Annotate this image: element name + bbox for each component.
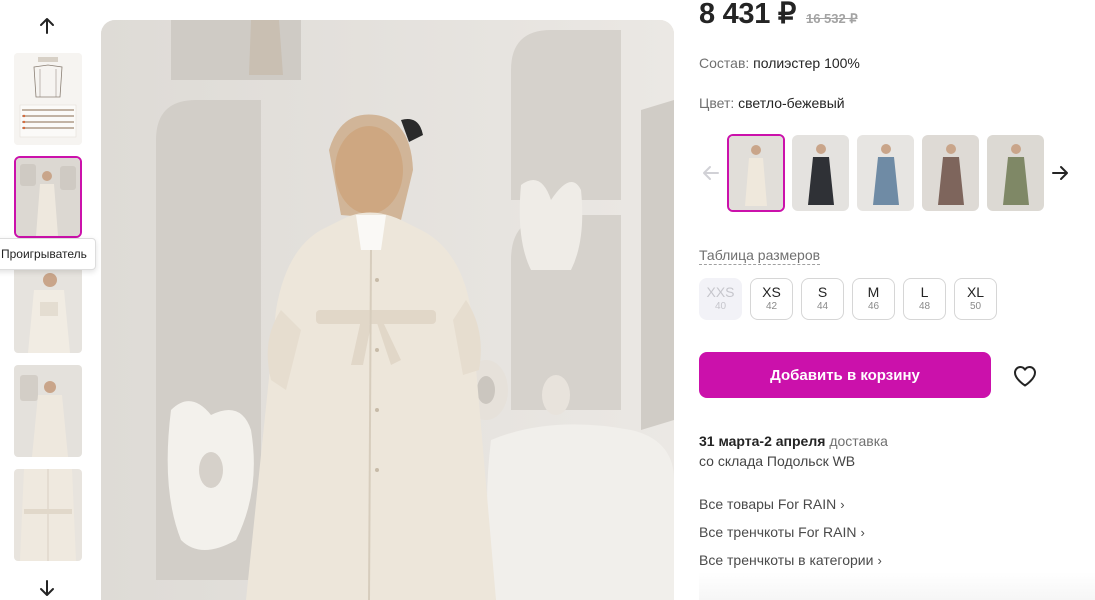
arrow-down-icon [40,580,54,596]
swatch-khaki-photo [987,135,1044,211]
chevron-right-icon: › [840,497,845,512]
arrow-left-icon [703,166,719,180]
size-ru: 42 [765,301,778,312]
color-swatch-brown[interactable] [922,135,979,211]
link-label: Все тренчкоты в категории [699,552,874,568]
product-page: Проигрыватель 8 431 ₽ 16 532 ₽ Состав: п… [0,0,1095,600]
color-row: Цвет: светло-бежевый [699,95,845,111]
thumbnail-photo-1[interactable] [14,156,82,238]
composition-value: полиэстер 100% [753,55,860,71]
swatch-black-photo [792,135,849,211]
size-ru: 40 [714,301,727,312]
coat-photo-thumbnail [14,262,82,353]
composition-row: Состав: полиэстер 100% [699,55,860,71]
size-table-link[interactable]: Таблица размеров [699,247,821,265]
size-option-xxs[interactable]: XXS 40 [699,278,742,320]
color-swatch-beige[interactable] [727,134,785,212]
thumbnail-strip: Проигрыватель [0,0,100,600]
size-option-xl[interactable]: XL 50 [954,278,997,320]
size-option-xs[interactable]: XS 42 [750,278,793,320]
color-swatch-khaki[interactable] [987,135,1044,211]
size-label: XXS [706,284,735,300]
size-ru: 50 [969,301,982,312]
arrow-up-icon [40,18,54,34]
swatch-blue-photo [857,135,914,211]
coat-photo-thumbnail [14,365,82,457]
size-ru: 48 [918,301,931,312]
coat-photo-thumbnail [14,469,82,561]
color-label: Цвет: [699,95,735,111]
delivery-warehouse: со склада Подольск WB [699,453,856,469]
old-price: 16 532 ₽ [805,11,858,26]
thumbnails-down-button[interactable] [33,574,61,600]
delivery-info: 31 марта-2 апреля доставка со склада Под… [699,431,888,471]
size-ru: 44 [816,301,829,312]
coat-photo-thumbnail [16,158,80,236]
size-label: M [867,284,880,300]
size-chart-image [14,53,82,145]
product-info-panel: 8 431 ₽ 16 532 ₽ Состав: полиэстер 100% … [699,0,1095,600]
chevron-right-icon: › [877,553,882,568]
size-label: XL [966,284,985,300]
thumbnail-size-chart[interactable] [14,53,82,145]
color-value: светло-бежевый [738,95,845,111]
main-product-image[interactable] [101,20,674,600]
colors-next-button[interactable] [1048,161,1072,185]
size-option-s[interactable]: S 44 [801,278,844,320]
size-label: L [920,284,929,300]
color-swatches [699,133,1095,213]
thumbnail-photo-4[interactable] [14,469,82,561]
scroll-fade [699,572,1095,600]
colors-prev-button[interactable] [699,161,723,185]
player-tooltip: Проигрыватель [0,238,96,270]
link-label: Все товары For RAIN [699,496,837,512]
size-ru: 46 [867,301,880,312]
thumbnail-photo-2[interactable] [14,262,82,353]
delivery-word: доставка [829,433,888,449]
thumbnail-photo-3[interactable] [14,365,82,457]
arrow-right-icon [1052,166,1068,180]
link-all-brand-products[interactable]: Все товары For RAIN › [699,496,845,512]
price-block: 8 431 ₽ 16 532 ₽ [699,0,858,31]
heart-icon [1014,366,1036,387]
size-selector: XXS 40 XS 42 S 44 M 46 L 48 XL 50 [699,278,997,320]
color-swatch-blue[interactable] [857,135,914,211]
delivery-dates: 31 марта-2 апреля [699,433,826,449]
size-option-m[interactable]: M 46 [852,278,895,320]
current-price: 8 431 ₽ [699,0,796,30]
composition-label: Состав: [699,55,750,71]
size-option-l[interactable]: L 48 [903,278,946,320]
thumbnails-up-button[interactable] [33,12,61,40]
color-swatch-black[interactable] [792,135,849,211]
add-to-cart-button[interactable]: Добавить в корзину [699,352,991,398]
favorite-button[interactable] [1011,362,1039,390]
size-label: S [817,284,828,300]
model-in-coat-photo [101,20,674,600]
chevron-right-icon: › [860,525,865,540]
swatch-beige-photo [729,136,783,210]
swatch-brown-photo [922,135,979,211]
size-label: XS [762,284,781,300]
link-brand-trench-coats[interactable]: Все тренчкоты For RAIN › [699,524,865,540]
link-label: Все тренчкоты For RAIN [699,524,857,540]
link-category-trench-coats[interactable]: Все тренчкоты в категории › [699,552,882,568]
